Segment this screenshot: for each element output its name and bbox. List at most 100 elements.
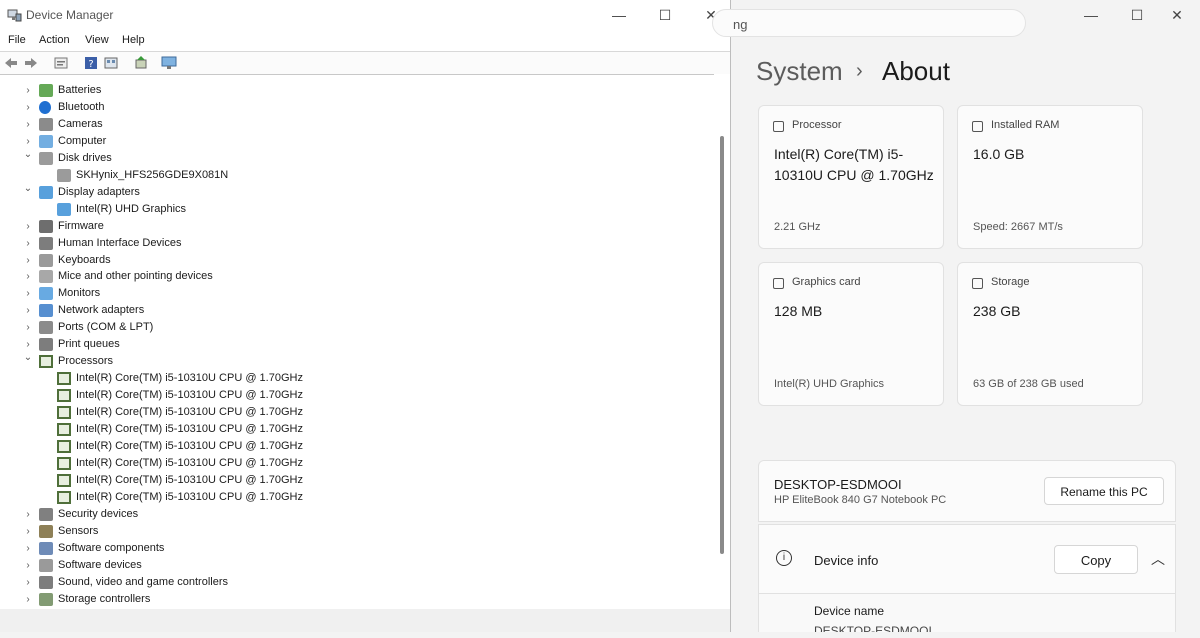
card-value: 238 GB: [973, 303, 1021, 319]
tree-device[interactable]: Intel(R) Core(TM) i5-10310U CPU @ 1.70GH…: [0, 455, 714, 472]
close-button[interactable]: ✕: [1154, 0, 1200, 30]
chevron-right-icon[interactable]: ›: [22, 574, 34, 591]
card-label: Processor: [792, 119, 842, 131]
chevron-right-icon[interactable]: ›: [22, 302, 34, 319]
card-subtext: 2.21 GHz: [774, 221, 821, 233]
title-bar[interactable]: Device Manager — ☐ ✕: [0, 0, 730, 30]
tree-category[interactable]: › Mice and other pointing devices: [0, 268, 714, 285]
chevron-right-icon[interactable]: ›: [22, 99, 34, 116]
chevron-right-icon[interactable]: ›: [22, 319, 34, 336]
chevron-down-icon[interactable]: ⌄: [22, 349, 34, 366]
display-adapter-icon: [57, 202, 71, 216]
tree-category[interactable]: › Sound, video and game controllers: [0, 574, 714, 591]
search-input[interactable]: ng: [712, 9, 1026, 37]
device-info-header[interactable]: i Device info Copy ︿: [758, 524, 1176, 594]
tree-item-label: Storage controllers: [58, 592, 151, 605]
chevron-right-icon[interactable]: ›: [22, 235, 34, 252]
tree-category[interactable]: › Network adapters: [0, 302, 714, 319]
chevron-right-icon[interactable]: ›: [22, 557, 34, 574]
scan-hardware-icon[interactable]: [103, 55, 119, 71]
graphics-card-card: Graphics card 128 MB Intel(R) UHD Graphi…: [758, 262, 944, 406]
chevron-right-icon[interactable]: ›: [22, 252, 34, 269]
tree-device[interactable]: Intel(R) Core(TM) i5-10310U CPU @ 1.70GH…: [0, 387, 714, 404]
tree-category[interactable]: › Software devices: [0, 557, 714, 574]
tree-device[interactable]: Intel(R) Core(TM) i5-10310U CPU @ 1.70GH…: [0, 438, 714, 455]
chevron-down-icon[interactable]: ⌄: [22, 146, 34, 163]
tree-category[interactable]: › Security devices: [0, 506, 714, 523]
tree-item-label: Display adapters: [58, 185, 140, 198]
tree-category[interactable]: › Firmware: [0, 218, 714, 235]
battery-icon: [39, 84, 53, 97]
horizontal-scrollbar[interactable]: [0, 609, 730, 632]
tree-item-label: Intel(R) Core(TM) i5-10310U CPU @ 1.70GH…: [76, 406, 303, 419]
device-info-details: Device name DESKTOP-ESDMOOI: [758, 594, 1176, 632]
tree-category[interactable]: › Software components: [0, 540, 714, 557]
tree-category[interactable]: ⌄ Disk drives: [0, 149, 714, 167]
info-icon: i: [776, 550, 792, 566]
update-driver-icon[interactable]: [133, 55, 149, 71]
tree-device[interactable]: Intel(R) Core(TM) i5-10310U CPU @ 1.70GH…: [0, 421, 714, 438]
menu-view[interactable]: View: [85, 34, 109, 46]
tree-item-label: Disk drives: [58, 151, 112, 164]
disk-drive-icon: [39, 151, 53, 165]
chevron-right-icon[interactable]: ›: [22, 506, 34, 523]
tree-device[interactable]: Intel(R) UHD Graphics: [0, 201, 714, 218]
tree-category[interactable]: › Human Interface Devices: [0, 235, 714, 252]
properties-sheet-icon[interactable]: [53, 55, 69, 71]
chevron-right-icon[interactable]: ›: [22, 82, 34, 99]
device-manager-icon: [7, 9, 22, 22]
breadcrumb-system[interactable]: System: [756, 56, 843, 87]
chevron-right-icon[interactable]: ›: [22, 591, 34, 608]
tree-category[interactable]: › Monitors: [0, 285, 714, 302]
copy-button[interactable]: Copy: [1054, 545, 1138, 574]
forward-arrow-icon[interactable]: [23, 55, 39, 71]
tree-category[interactable]: › Keyboards: [0, 252, 714, 269]
tree-category[interactable]: › Sensors: [0, 523, 714, 540]
tree-category[interactable]: › Bluetooth: [0, 99, 714, 116]
monitor-icon[interactable]: [161, 55, 177, 71]
tree-item-label: Intel(R) Core(TM) i5-10310U CPU @ 1.70GH…: [76, 372, 303, 385]
help-icon[interactable]: ?: [83, 55, 99, 71]
tree-device[interactable]: Intel(R) Core(TM) i5-10310U CPU @ 1.70GH…: [0, 370, 714, 387]
tree-category[interactable]: › Print queues: [0, 336, 714, 353]
tree-category[interactable]: › Batteries: [0, 82, 714, 99]
tree-device[interactable]: Intel(R) Core(TM) i5-10310U CPU @ 1.70GH…: [0, 404, 714, 421]
rename-pc-button[interactable]: Rename this PC: [1044, 477, 1164, 505]
tree-category[interactable]: › Cameras: [0, 116, 714, 133]
chevron-right-icon[interactable]: ›: [22, 116, 34, 133]
vertical-scrollbar[interactable]: [714, 74, 730, 609]
tree-device[interactable]: SKHynix_HFS256GDE9X081N: [0, 167, 714, 184]
tree-item-label: Human Interface Devices: [58, 236, 182, 249]
menu-action[interactable]: Action: [39, 34, 70, 46]
tree-category[interactable]: › Ports (COM & LPT): [0, 319, 714, 336]
menu-file[interactable]: File: [8, 34, 26, 46]
card-label: Graphics card: [792, 276, 861, 288]
tree-item-label: Batteries: [58, 84, 102, 96]
chevron-down-icon[interactable]: ⌄: [22, 180, 34, 197]
tree-item-label: Software components: [58, 541, 165, 554]
tree-category[interactable]: › Storage controllers: [0, 591, 714, 608]
tree-item-label: Firmware: [58, 219, 104, 232]
tree-category[interactable]: ⌄ Display adapters: [0, 183, 714, 201]
scrollbar-thumb[interactable]: [720, 136, 724, 554]
processor-icon: [39, 355, 53, 369]
minimize-button[interactable]: —: [1068, 0, 1114, 30]
tree-item-label: Ports (COM & LPT): [58, 321, 154, 334]
tree-item-label: Keyboards: [58, 253, 111, 266]
tree-device[interactable]: Intel(R) Core(TM) i5-10310U CPU @ 1.70GH…: [0, 489, 714, 506]
menu-help[interactable]: Help: [122, 34, 145, 46]
chevron-right-icon[interactable]: ›: [22, 218, 34, 235]
hid-icon: [39, 236, 53, 250]
processor-icon: [57, 406, 71, 420]
chevron-right-icon[interactable]: ›: [22, 268, 34, 285]
chevron-right-icon[interactable]: ›: [22, 285, 34, 302]
back-arrow-icon[interactable]: [3, 55, 19, 71]
tree-category[interactable]: ⌄ Processors: [0, 352, 714, 370]
chevron-up-icon[interactable]: ︿: [1151, 549, 1165, 569]
chevron-right-icon[interactable]: ›: [22, 523, 34, 540]
chevron-right-icon[interactable]: ›: [22, 540, 34, 557]
tree-device[interactable]: Intel(R) Core(TM) i5-10310U CPU @ 1.70GH…: [0, 472, 714, 489]
maximize-button[interactable]: ☐: [642, 0, 688, 30]
tree-category[interactable]: › Computer: [0, 133, 714, 150]
minimize-button[interactable]: —: [596, 0, 642, 30]
